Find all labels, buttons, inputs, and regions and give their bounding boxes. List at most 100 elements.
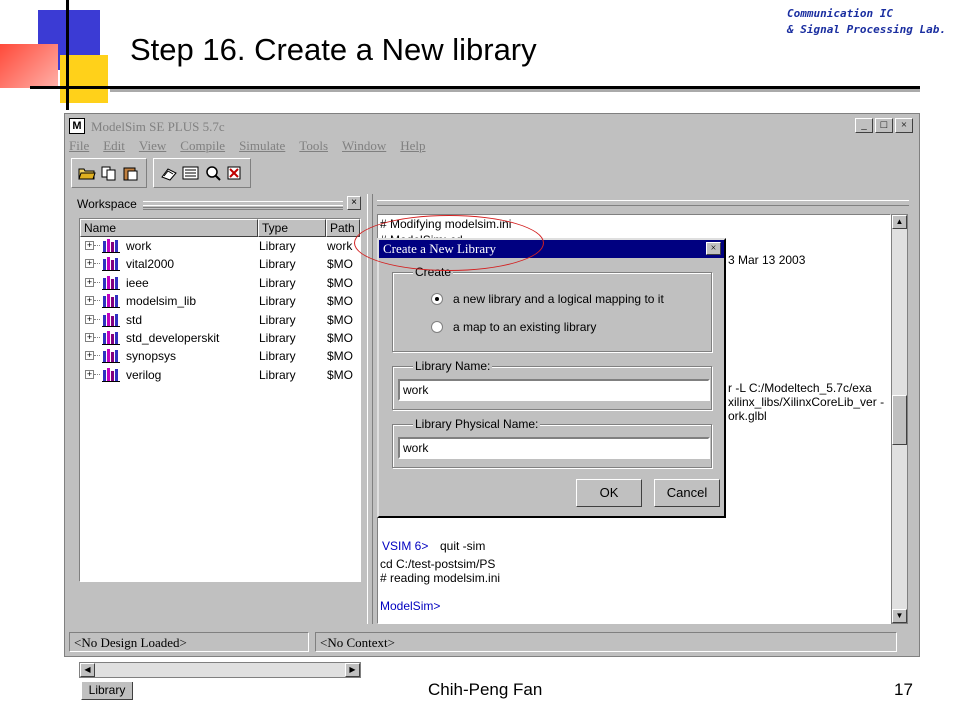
modelsim-app-icon[interactable]: M — [69, 118, 85, 134]
column-header-type[interactable]: Type — [258, 219, 326, 237]
cancel-button[interactable]: Cancel — [654, 479, 720, 507]
menu-edit[interactable]: Edit — [103, 138, 125, 156]
library-row[interactable]: + vital2000 Library $MO — [80, 255, 360, 273]
tree-connector — [94, 245, 100, 246]
paste-icon[interactable] — [122, 164, 140, 182]
lab-line-1: Communication IC — [787, 7, 894, 20]
tree-connector — [94, 300, 100, 302]
open-folder-icon[interactable] — [78, 164, 96, 182]
menu-file[interactable]: File — [69, 138, 89, 156]
transcript-vertical-scrollbar[interactable]: ▲ ▼ — [891, 214, 908, 624]
library-name: verilog — [126, 367, 162, 382]
workspace-title: Workspace — [77, 197, 141, 211]
library-path: $MO — [327, 367, 354, 382]
tree-connector — [94, 263, 100, 265]
compile-all-icon[interactable] — [182, 164, 200, 182]
window-titlebar[interactable]: M ModelSim SE PLUS 5.7c _ □ × — [67, 116, 917, 136]
scroll-thumb[interactable] — [892, 395, 907, 445]
menu-help[interactable]: Help — [400, 138, 425, 156]
library-name: std — [126, 312, 143, 327]
transcript-fragment: 3 Mar 13 2003 — [728, 253, 806, 267]
copy-icon[interactable] — [100, 164, 118, 182]
tree-connector — [94, 373, 100, 375]
ok-button[interactable]: OK — [576, 479, 642, 507]
library-path: $MO — [327, 330, 354, 345]
dialog-close-icon[interactable]: × — [706, 242, 721, 255]
expand-icon[interactable]: + — [85, 351, 94, 361]
workspace-horizontal-scrollbar[interactable]: ◀ ▶ — [79, 662, 361, 678]
library-row[interactable]: + work Library work — [80, 237, 360, 255]
library-type: Library — [259, 275, 296, 290]
scroll-left-icon[interactable]: ◀ — [80, 663, 95, 677]
create-group: Create a new library and a logical mappi… — [392, 265, 712, 352]
tree-connector — [94, 336, 100, 338]
menu-compile[interactable]: Compile — [180, 138, 225, 156]
radio-map-existing[interactable]: a map to an existing library — [431, 320, 596, 334]
library-name-input[interactable]: work — [398, 379, 710, 401]
expand-icon[interactable]: + — [85, 314, 94, 324]
physical-name-label: Library Physical Name: — [413, 417, 541, 431]
radio-map-existing-dot[interactable] — [431, 321, 443, 333]
vsim-prompt: VSIM 6> — [382, 539, 429, 553]
library-icon — [102, 349, 120, 364]
menu-window[interactable]: Window — [342, 138, 386, 156]
decor-vertical-line — [66, 0, 69, 110]
toolbar-file-group — [71, 158, 147, 188]
scroll-down-icon[interactable]: ▼ — [892, 609, 907, 623]
radio-new-library[interactable]: a new library and a logical mapping to i… — [431, 292, 664, 306]
workspace-header: Workspace × — [71, 196, 365, 212]
scroll-right-icon[interactable]: ▶ — [345, 663, 360, 677]
library-row[interactable]: + std_developerskit Library $MO — [80, 329, 360, 347]
find-icon[interactable] — [204, 164, 222, 182]
maximize-button[interactable]: □ — [875, 118, 893, 133]
toolbar-compile-group — [153, 158, 251, 188]
library-path: $MO — [327, 294, 354, 309]
physical-name-input[interactable]: work — [398, 437, 710, 459]
expand-icon[interactable]: + — [85, 296, 94, 306]
library-icon — [102, 330, 120, 345]
break-icon[interactable] — [226, 164, 244, 182]
menu-tools[interactable]: Tools — [299, 138, 328, 156]
lab-line-2: & Signal Processing Lab. — [787, 23, 946, 36]
expand-icon[interactable]: + — [85, 241, 94, 250]
transcript-grip[interactable] — [377, 200, 909, 206]
compile-icon[interactable] — [160, 164, 178, 182]
library-type: Library — [259, 367, 296, 382]
library-row[interactable]: + verilog Library $MO — [80, 366, 360, 384]
column-header-name[interactable]: Name — [80, 219, 258, 237]
expand-icon[interactable]: + — [85, 332, 94, 342]
library-name: vital2000 — [126, 257, 175, 272]
radio-map-existing-label: a map to an existing library — [453, 320, 597, 334]
decor-red-square — [0, 44, 58, 88]
radio-new-library-dot[interactable] — [431, 293, 443, 305]
transcript-line-reading: # reading modelsim.ini — [380, 571, 501, 585]
library-name-label: Library Name: — [413, 359, 493, 373]
library-row[interactable]: + synopsys Library $MO — [80, 347, 360, 365]
slide-title: Step 16. Create a New library — [130, 32, 537, 67]
transcript-fragment: ork.glbl — [728, 409, 767, 423]
column-header-path[interactable]: Path — [326, 219, 360, 237]
expand-icon[interactable]: + — [85, 259, 94, 269]
transcript-command: quit -sim — [440, 539, 486, 553]
library-row[interactable]: + std Library $MO — [80, 311, 360, 329]
status-context: <No Context> — [315, 632, 897, 652]
library-icon — [102, 275, 120, 290]
library-name: modelsim_lib — [126, 294, 197, 309]
expand-icon[interactable]: + — [85, 277, 94, 287]
transcript-fragment: r -L C:/Modeltech_5.7c/exa — [728, 381, 872, 395]
library-row[interactable]: + modelsim_lib Library $MO — [80, 292, 360, 310]
menu-view[interactable]: View — [139, 138, 166, 156]
column-headers: Name Type Path — [80, 219, 360, 237]
tab-library[interactable]: Library — [81, 682, 133, 700]
workspace-close-button[interactable]: × — [347, 196, 361, 210]
library-type: Library — [259, 257, 296, 272]
minimize-button[interactable]: _ — [855, 118, 873, 133]
library-path: work — [327, 239, 353, 253]
close-button[interactable]: × — [895, 118, 913, 133]
expand-icon[interactable]: + — [85, 369, 94, 379]
library-row[interactable]: + ieee Library $MO — [80, 274, 360, 292]
footer-author: Chih-Peng Fan — [428, 680, 543, 699]
library-rows: + work Library work + vital2000 Library $MO + iee… — [80, 237, 360, 384]
menu-simulate[interactable]: Simulate — [239, 138, 285, 156]
scroll-up-icon[interactable]: ▲ — [892, 215, 907, 229]
